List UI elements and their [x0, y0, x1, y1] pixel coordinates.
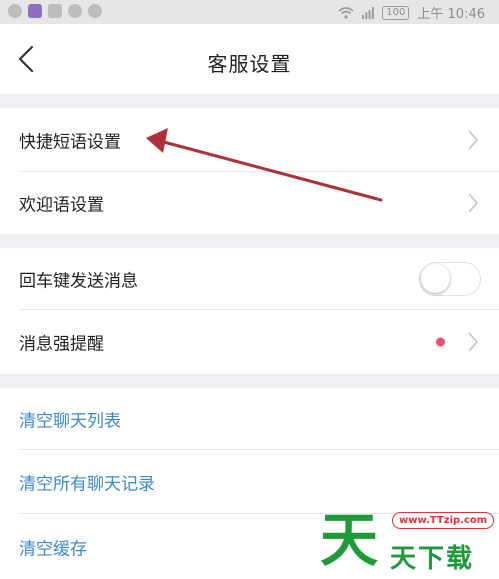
- clear-cache-item[interactable]: 清空缓存: [0, 514, 499, 579]
- section-gap: [0, 94, 499, 108]
- enter-to-send-toggle[interactable]: [419, 262, 481, 296]
- chat-icon: [88, 4, 102, 18]
- signal-icon: [362, 6, 375, 19]
- page-title: 客服设置: [207, 52, 292, 76]
- clear-all-chat-records-item[interactable]: 清空所有聊天记录: [0, 450, 499, 514]
- quick-phrase-settings-item[interactable]: 快捷短语设置: [0, 108, 499, 172]
- battery-indicator: 100: [382, 5, 410, 20]
- welcome-message-settings-label: 欢迎语设置: [19, 195, 104, 216]
- red-dot-badge: [436, 337, 445, 347]
- chevron-right-icon: [468, 332, 479, 352]
- nav-header: 客服设置: [0, 24, 499, 94]
- clear-chat-list-label: 清空聊天列表: [19, 411, 121, 432]
- camera-icon: [68, 4, 82, 18]
- strong-reminder-label: 消息强提醒: [19, 334, 104, 355]
- wifi-icon: [338, 6, 354, 19]
- chevron-right-icon: [468, 130, 479, 150]
- quick-phrase-settings-label: 快捷短语设置: [19, 132, 121, 153]
- section-gap: [0, 374, 499, 388]
- clock: 上午 10:46: [417, 7, 485, 22]
- welcome-message-settings-item[interactable]: 欢迎语设置: [0, 172, 499, 234]
- app-icon: [28, 4, 42, 18]
- chevron-right-icon: [468, 193, 479, 213]
- clear-all-chat-records-label: 清空所有聊天记录: [19, 474, 155, 495]
- section-gap: [0, 234, 499, 248]
- image-icon: [48, 4, 62, 18]
- enter-to-send-item: 回车键发送消息: [0, 248, 499, 310]
- status-right: 100 上午 10:46: [338, 3, 485, 22]
- clear-chat-list-item[interactable]: 清空聊天列表: [0, 388, 499, 450]
- notification-icons: [8, 4, 102, 18]
- toggle-knob: [421, 264, 450, 293]
- status-bar: 100 上午 10:46: [0, 0, 499, 24]
- enter-to-send-label: 回车键发送消息: [19, 271, 138, 292]
- strong-reminder-item[interactable]: 消息强提醒: [0, 310, 499, 374]
- clear-cache-label: 清空缓存: [19, 539, 87, 559]
- message-icon: [8, 4, 22, 18]
